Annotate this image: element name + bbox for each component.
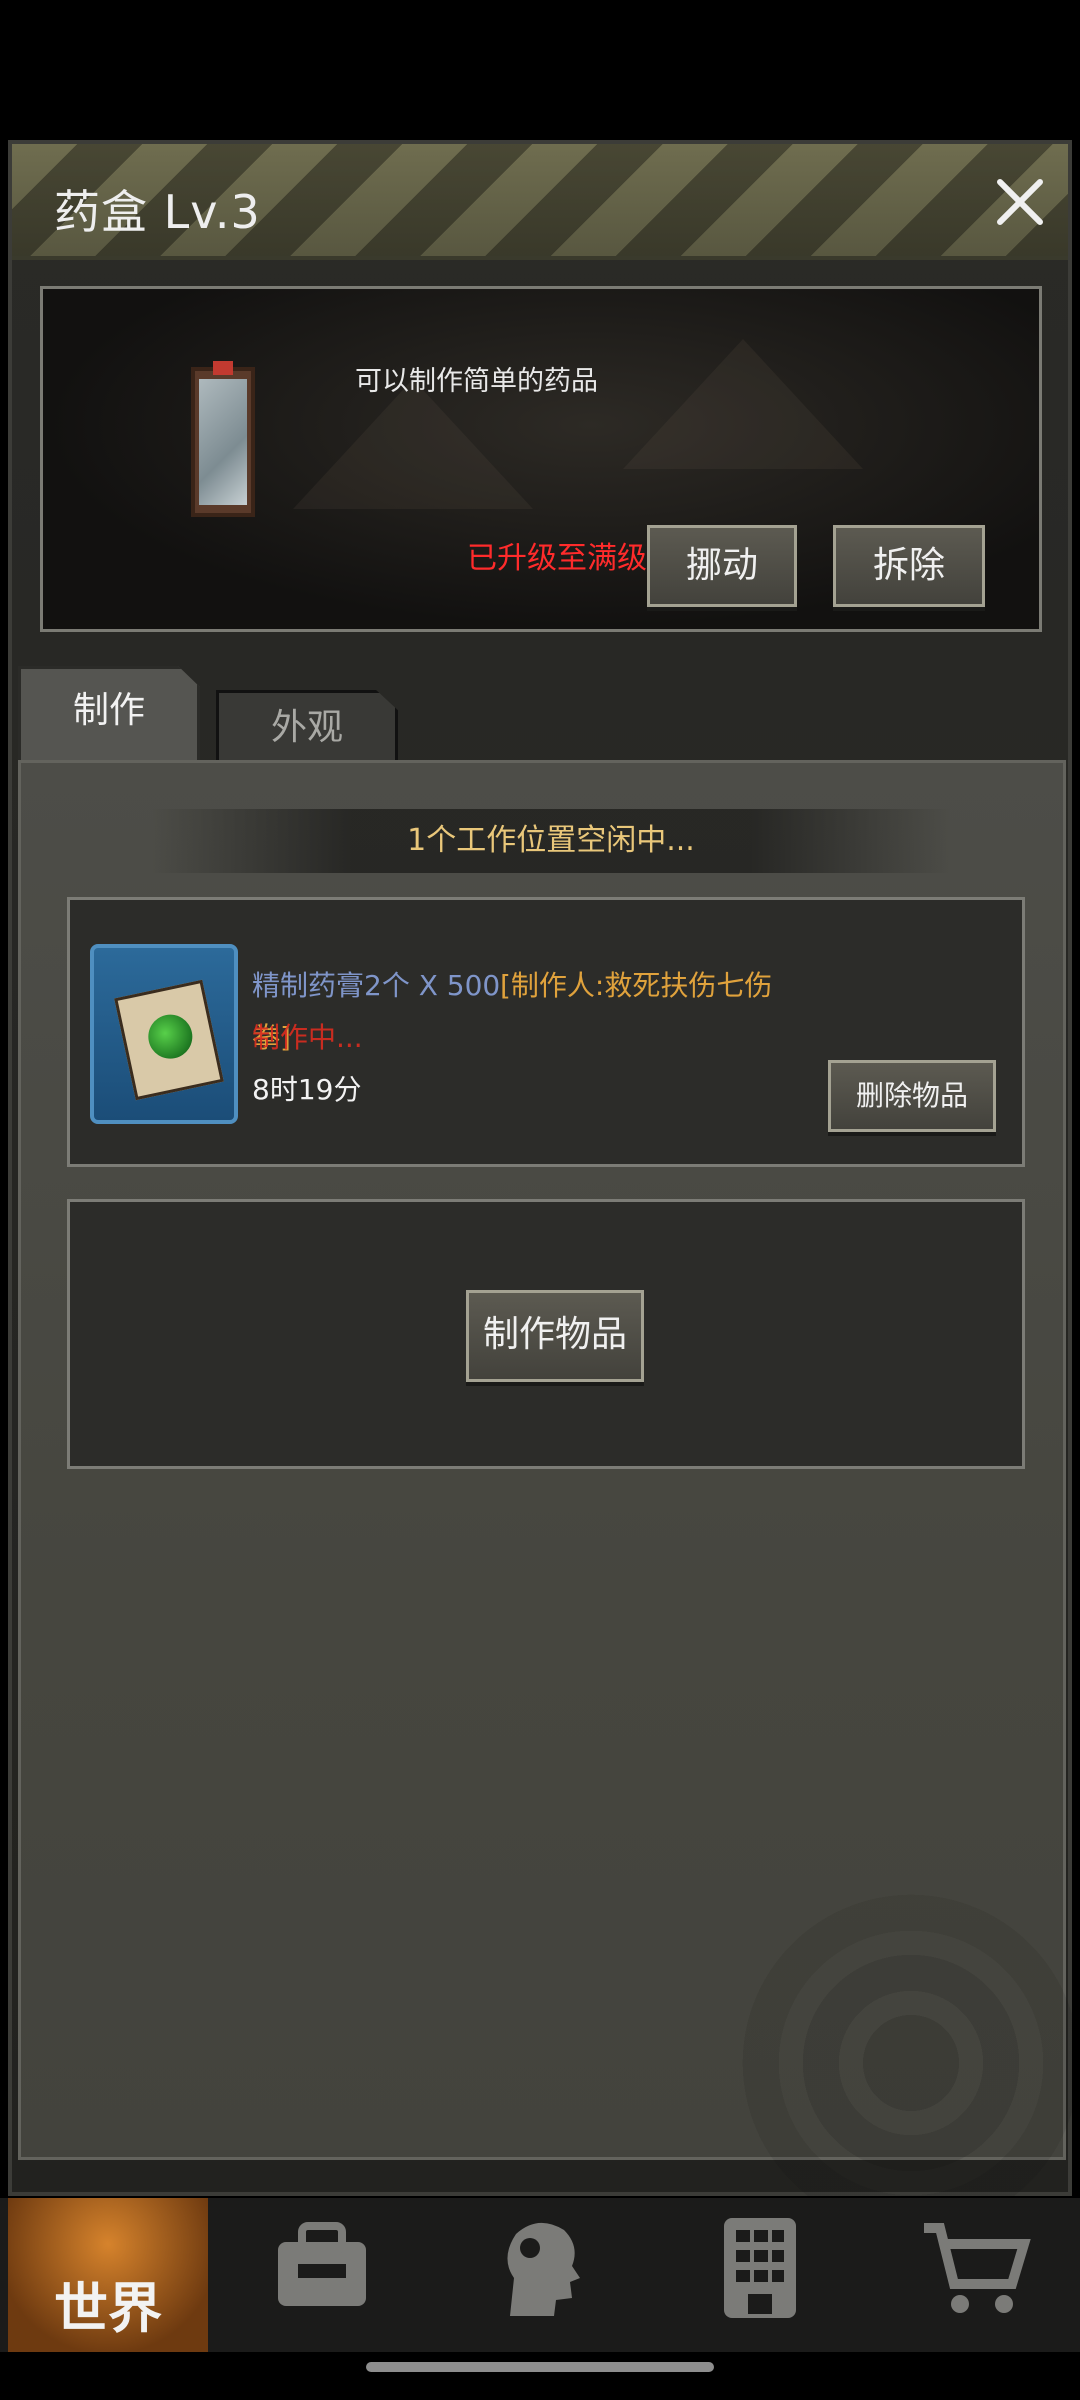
bottom-nav: 世界 [0,2198,1080,2352]
craft-content: 1个工作位置空闲中... 精制药膏2个 X 500 [制作人:救死扶伤七伤 拳]… [18,760,1080,2233]
building-icon[interactable] [700,2208,820,2328]
remove-button[interactable]: 拆除 [833,525,985,607]
tab-make[interactable]: 制作 [18,666,200,762]
empty-craft-slot: 制作物品 [67,1199,1025,1469]
head-icon[interactable] [480,2208,600,2328]
delete-item-button[interactable]: 删除物品 [828,1060,996,1132]
move-button[interactable]: 挪动 [647,525,797,607]
make-item-button[interactable]: 制作物品 [466,1290,644,1382]
radiation-watermark-icon [741,1893,1080,2233]
slots-status: 1个工作位置空闲中... [151,809,951,873]
close-button[interactable] [992,174,1048,230]
nav-world[interactable]: 世界 [8,2198,208,2352]
building-description: 可以制作简单的药品 [355,366,598,397]
crafter-name: [制作人:救死扶伤七伤 [500,969,773,1002]
max-level-label: 已升级至满级 [467,541,647,576]
craft-status: 制作中... [252,1021,363,1054]
nav-world-label: 世界 [54,2277,162,2340]
ointment-icon [90,944,238,1124]
craft-queue-item: 精制药膏2个 X 500 [制作人:救死扶伤七伤 拳] 制作中... 8时19分… [67,897,1025,1167]
background-tent [623,339,863,469]
tab-appearance[interactable]: 外观 [216,690,398,768]
medicine-box-icon [191,361,255,517]
background-tent [293,379,533,509]
item-name: 精制药膏2个 X 500 [252,969,501,1002]
backpack-icon[interactable] [262,2208,382,2328]
title-bar: 药盒 Lv.3 [12,144,1068,260]
panel-title: 药盒 Lv.3 [54,185,261,239]
building-info-box: 可以制作简单的药品 已升级至满级 挪动 拆除 [40,286,1042,632]
home-indicator[interactable] [366,2362,714,2372]
close-icon [997,179,1043,225]
building-panel: 药盒 Lv.3 可以制作简单的药品 已升级至满级 挪动 拆除 制作 外观 1个工… [8,140,1080,2233]
time-remaining: 8时19分 [252,1073,362,1106]
cart-icon[interactable] [916,2208,1036,2328]
